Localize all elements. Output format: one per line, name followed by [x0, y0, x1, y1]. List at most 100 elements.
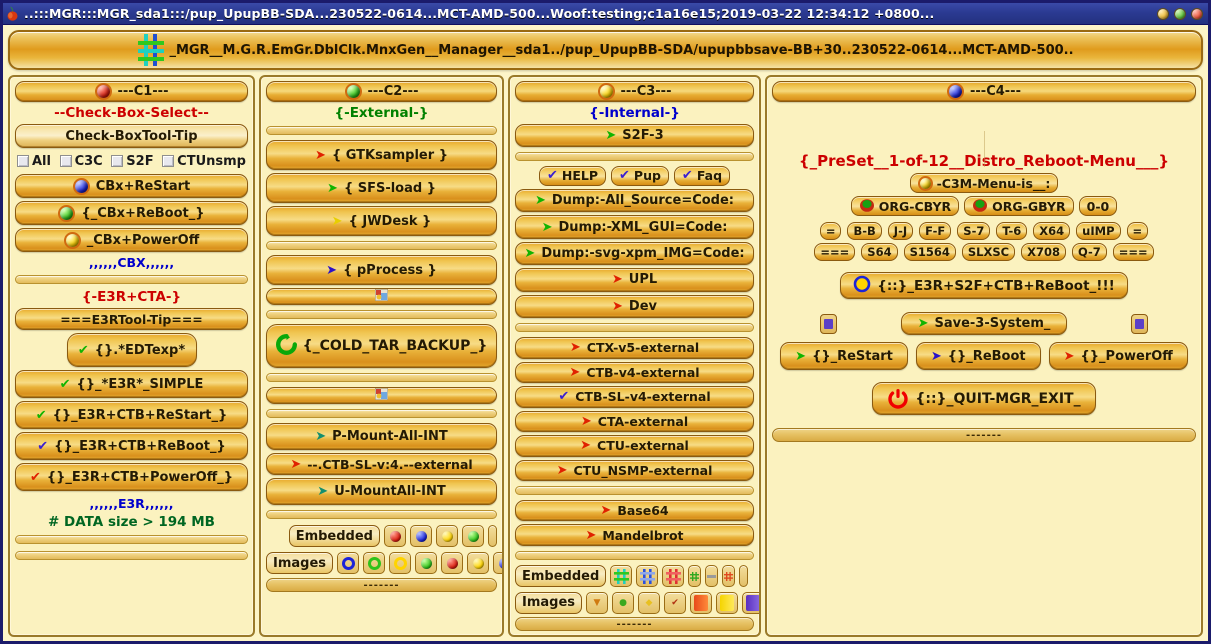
help-button[interactable]: ✔ HELP: [538, 165, 606, 186]
cbx-poweroff-button[interactable]: _CBx+PowerOff: [15, 228, 248, 252]
dev-button[interactable]: ➤ Dev: [515, 294, 754, 319]
swatch-ring-blue[interactable]: [337, 552, 360, 574]
faq-button[interactable]: ✔ Faq: [673, 165, 731, 186]
preset-t6[interactable]: T-6: [996, 222, 1028, 240]
preset-s7[interactable]: S-7: [957, 222, 991, 240]
hash-icon-red[interactable]: [662, 565, 685, 588]
jwdesk-button[interactable]: ➤ { JWDesk }: [266, 206, 497, 236]
preset-eq3-right[interactable]: ===: [1112, 243, 1154, 261]
quit-mgr-exit-button[interactable]: {::}_QUIT-MGR_EXIT_: [872, 382, 1096, 415]
dump-xml-gui-button[interactable]: ➤ Dump:-XML_GUI=Code:: [515, 215, 754, 239]
p-mount-all-int-button[interactable]: ➤ P-Mount-All-INT: [266, 423, 497, 450]
preset-ff[interactable]: F-F: [919, 222, 952, 240]
swatch-solid-purple[interactable]: [742, 591, 759, 614]
reboot-button[interactable]: ➤ {}_ReBoot: [915, 342, 1041, 370]
c2-header[interactable]: ---C2---: [266, 81, 497, 102]
poweroff-button[interactable]: ➤ {}_PowerOff: [1048, 342, 1188, 370]
swatch-edge[interactable]: [488, 525, 497, 547]
check-box-tooltip-button[interactable]: Check-BoxTool-Tip: [15, 124, 248, 148]
right-square-button[interactable]: [1131, 313, 1149, 334]
s2f-3-button[interactable]: ➤ S2F-3: [515, 123, 754, 148]
org-gbyr-button[interactable]: ORG-GBYR: [964, 196, 1074, 216]
hash-icon-small-green[interactable]: [688, 565, 702, 588]
upl-button[interactable]: ➤ UPL: [515, 268, 754, 292]
cbx-restart-button[interactable]: CBx+ReStart: [15, 174, 248, 198]
preset-x708[interactable]: X708: [1021, 243, 1066, 261]
swatch-yellow[interactable]: [436, 525, 458, 547]
c3m-menu-is-button[interactable]: -C3M-Menu-is__:: [909, 173, 1059, 193]
swatch-tiny-check[interactable]: ✔: [664, 591, 687, 614]
preset-slxsc[interactable]: SLXSC: [961, 243, 1016, 261]
checkbox-s2f-box[interactable]: [111, 155, 124, 167]
swatch-ring-green[interactable]: [363, 552, 386, 574]
base64-button[interactable]: ➤ Base64: [515, 499, 754, 522]
edtexp-button[interactable]: ✔ {}.*EDTexp*: [66, 333, 197, 367]
pup-button[interactable]: ✔ Pup: [611, 165, 669, 186]
minimize-button[interactable]: [1157, 7, 1169, 20]
swatch-solid-yellow[interactable]: [716, 591, 739, 614]
preset-bb[interactable]: B-B: [847, 222, 882, 240]
zero-zero-button[interactable]: 0-0: [1078, 196, 1118, 216]
preset-s1564[interactable]: S1564: [903, 243, 956, 261]
cbx-reboot-button[interactable]: {_CBx+ReBoot_}: [15, 201, 248, 225]
mandelbrot-button[interactable]: ➤ Mandelbrot: [515, 524, 754, 547]
checkbox-ctunsmp[interactable]: CTUnsmp: [162, 154, 246, 169]
hash-icon-small-gray[interactable]: [705, 565, 719, 588]
preset-eq3-left[interactable]: ===: [814, 243, 856, 261]
hash-icon-blue[interactable]: [636, 565, 659, 588]
gtksampler-button[interactable]: ➤ { GTKsampler }: [266, 140, 497, 170]
maximize-button[interactable]: [1174, 7, 1186, 20]
dump-svg-xpm-button[interactable]: ➤ Dump:-svg-xpm_IMG=Code:: [515, 241, 754, 266]
image-placeholder-button-2[interactable]: [266, 387, 497, 404]
swatch-red-2[interactable]: [441, 552, 464, 574]
preset-s64[interactable]: S64: [861, 243, 898, 261]
c3-header[interactable]: ---C3---: [515, 81, 754, 102]
checkbox-all[interactable]: All: [17, 154, 51, 169]
swatch-blue[interactable]: [410, 525, 432, 547]
checkbox-c3c[interactable]: C3C: [59, 154, 103, 169]
swatch-tiny-orange[interactable]: ▼: [586, 591, 609, 614]
ctb-sl-v4-external-button[interactable]: ✔ CTB-SL-v4-external: [515, 386, 754, 408]
swatch-blue-2[interactable]: [493, 552, 502, 574]
images-label[interactable]: Images: [515, 591, 583, 614]
e3r-s2f-ctb-reboot-button[interactable]: {::}_E3R+S2F+CTB+ReBoot_!!!: [840, 272, 1128, 299]
ctx-v5-external-button[interactable]: ➤ CTX-v5-external: [515, 336, 754, 359]
ctb-v4-external-button[interactable]: ➤ CTB-v4-external: [515, 361, 754, 384]
checkbox-s2f[interactable]: S2F: [111, 154, 154, 169]
preset-eq-left[interactable]: =: [819, 222, 842, 240]
swatch-yellow-2[interactable]: [467, 552, 490, 574]
org-cbyr-button[interactable]: ORG-CBYR: [850, 196, 960, 216]
embedded-label[interactable]: Embedded: [515, 565, 607, 588]
swatch-tiny-yellow[interactable]: ◆: [638, 591, 661, 614]
e3r-ctb-poweroff-button[interactable]: ✔ {}_E3R+CTB+PowerOff_}: [15, 463, 248, 491]
swatch-solid-red[interactable]: [690, 591, 713, 614]
sfs-load-button[interactable]: ➤ { SFS-load }: [266, 173, 497, 203]
c1-header[interactable]: ---C1---: [15, 81, 248, 102]
images-label[interactable]: Images: [266, 552, 334, 574]
swatch-green-2[interactable]: [415, 552, 438, 574]
swatch-red[interactable]: [384, 525, 406, 547]
preset-x64[interactable]: X64: [1033, 222, 1071, 240]
save-3-system-button[interactable]: ➤ Save-3-System_: [900, 312, 1068, 335]
embedded-label[interactable]: Embedded: [288, 525, 380, 547]
swatch-tiny-green[interactable]: ●: [612, 591, 635, 614]
u-mountall-int-button[interactable]: ➤ U-MountAll-INT: [266, 478, 497, 505]
e3r-tooltip-button[interactable]: ===E3RTool-Tip===: [15, 308, 248, 330]
cta-external-button[interactable]: ➤ CTA-external: [515, 410, 754, 433]
pprocess-button[interactable]: ➤ { pProcess }: [266, 255, 497, 285]
restart-button[interactable]: ➤ {}_ReStart: [780, 342, 908, 370]
hash-icon-cyan[interactable]: [610, 565, 633, 588]
e3r-ctb-reboot-button[interactable]: ✔ {}_E3R+CTB+ReBoot_}: [15, 432, 248, 460]
checkbox-c3c-box[interactable]: [59, 155, 72, 167]
image-placeholder-button-1[interactable]: [266, 288, 497, 305]
hash-icon-small-red[interactable]: [722, 565, 736, 588]
ctu-nsmp-external-button[interactable]: ➤ CTU_NSMP-external: [515, 459, 754, 482]
checkbox-ctunsmp-box[interactable]: [162, 155, 175, 167]
c4-header[interactable]: ---C4---: [772, 81, 1196, 102]
cold-tar-backup-button[interactable]: {_COLD_TAR_BACKUP_}: [266, 324, 497, 368]
preset-uimp[interactable]: uIMP: [1076, 222, 1121, 240]
dump-all-source-button[interactable]: ➤ Dump:-All_Source=Code:: [515, 188, 754, 213]
e3r-ctb-restart-button[interactable]: ✔ {}_E3R+CTB+ReStart_}: [15, 401, 248, 429]
ctu-external-button[interactable]: ➤ CTU-external: [515, 435, 754, 457]
swatch-ring-yellow[interactable]: [389, 552, 412, 574]
